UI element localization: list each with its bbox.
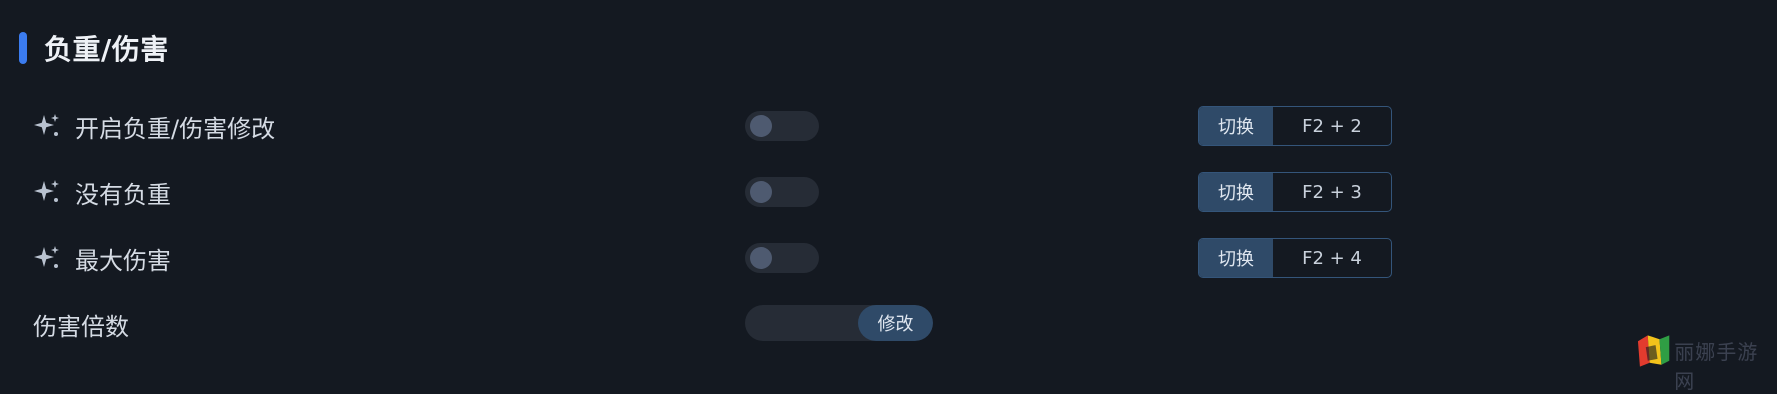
toggle-switch[interactable] <box>745 111 819 141</box>
option-row-damage-multiplier: 伤害倍数 修改 <box>0 299 1777 349</box>
watermark-logo-icon <box>1637 335 1670 367</box>
watermark-text: 丽娜手游网 <box>1674 340 1759 393</box>
section-title: 负重/伤害 <box>44 33 169 66</box>
hotkey-keys[interactable]: F2 + 3 <box>1273 173 1391 211</box>
hotkey-toggle-button[interactable]: 切换 <box>1199 107 1273 145</box>
option-label: 没有负重 <box>75 180 171 209</box>
sparkle-icon <box>34 246 59 268</box>
hotkey-keys[interactable]: F2 + 4 <box>1273 239 1391 277</box>
toggle-knob <box>750 115 772 137</box>
hotkey-keys[interactable]: F2 + 2 <box>1273 107 1391 145</box>
option-row-no-weight: 没有负重 切换 F2 + 3 <box>0 167 1777 217</box>
watermark: 丽娜手游网 <box>1636 333 1777 393</box>
toggle-switch[interactable] <box>745 243 819 273</box>
sparkle-icon <box>34 114 59 136</box>
option-label: 开启负重/伤害修改 <box>75 114 276 143</box>
hotkey-toggle-button[interactable]: 切换 <box>1199 173 1273 211</box>
hotkey-toggle-button[interactable]: 切换 <box>1199 239 1273 277</box>
hotkey-group: 切换 F2 + 3 <box>1198 172 1392 212</box>
damage-multiplier-label: 伤害倍数 <box>33 312 129 341</box>
option-row-enable-weight-damage: 开启负重/伤害修改 切换 F2 + 2 <box>0 101 1777 151</box>
option-label: 最大伤害 <box>75 246 171 275</box>
toggle-knob <box>750 247 772 269</box>
option-row-max-damage: 最大伤害 切换 F2 + 4 <box>0 233 1777 283</box>
toggle-switch[interactable] <box>745 177 819 207</box>
sparkle-icon <box>34 180 59 202</box>
damage-multiplier-input[interactable]: 修改 <box>745 305 933 341</box>
section-header: 负重/伤害 <box>19 30 169 66</box>
modify-button[interactable]: 修改 <box>858 305 933 341</box>
hotkey-group: 切换 F2 + 2 <box>1198 106 1392 146</box>
hotkey-group: 切换 F2 + 4 <box>1198 238 1392 278</box>
section-accent-bar <box>19 32 27 64</box>
toggle-knob <box>750 181 772 203</box>
